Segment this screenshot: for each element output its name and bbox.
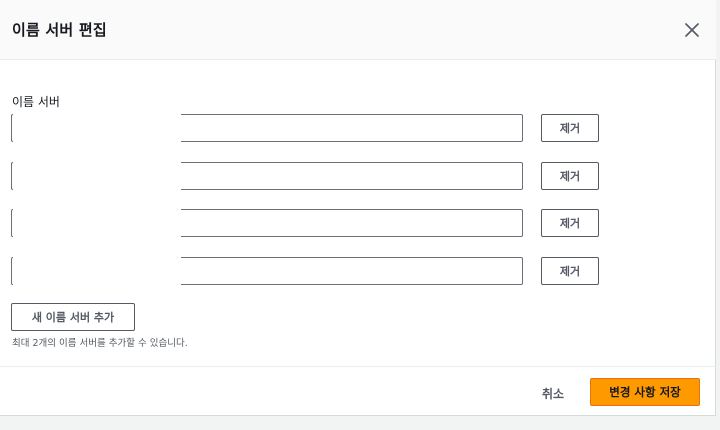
remove-button-2[interactable]: 제거	[541, 162, 599, 190]
cancel-button[interactable]: 취소	[533, 381, 573, 405]
footer-divider	[0, 366, 716, 367]
redaction-mask	[13, 112, 181, 144]
remove-button-3[interactable]: 제거	[541, 209, 599, 237]
close-button[interactable]	[680, 18, 704, 42]
nameserver-limit-hint: 최대 2개의 이름 서버를 추가할 수 있습니다.	[12, 338, 188, 349]
save-changes-button[interactable]: 변경 사항 저장	[590, 378, 700, 406]
nameservers-label: 이름 서버	[12, 95, 60, 109]
remove-button-4[interactable]: 제거	[541, 257, 599, 285]
nameserver-row: 제거	[0, 112, 716, 144]
redaction-mask	[13, 207, 181, 239]
edit-nameservers-modal: 이름 서버 편집 이름 서버 제거 제거 제거 제거 새 이름 서버 추가 최대…	[0, 0, 716, 416]
modal-title: 이름 서버 편집	[12, 21, 107, 39]
nameserver-row: 제거	[0, 207, 716, 239]
close-icon	[685, 23, 699, 37]
redaction-mask	[13, 160, 181, 192]
redaction-mask	[13, 255, 181, 287]
nameserver-row: 제거	[0, 160, 716, 192]
add-nameserver-button[interactable]: 새 이름 서버 추가	[11, 303, 135, 331]
modal-header: 이름 서버 편집	[0, 0, 716, 60]
remove-button-1[interactable]: 제거	[541, 114, 599, 142]
nameserver-row: 제거	[0, 255, 716, 287]
